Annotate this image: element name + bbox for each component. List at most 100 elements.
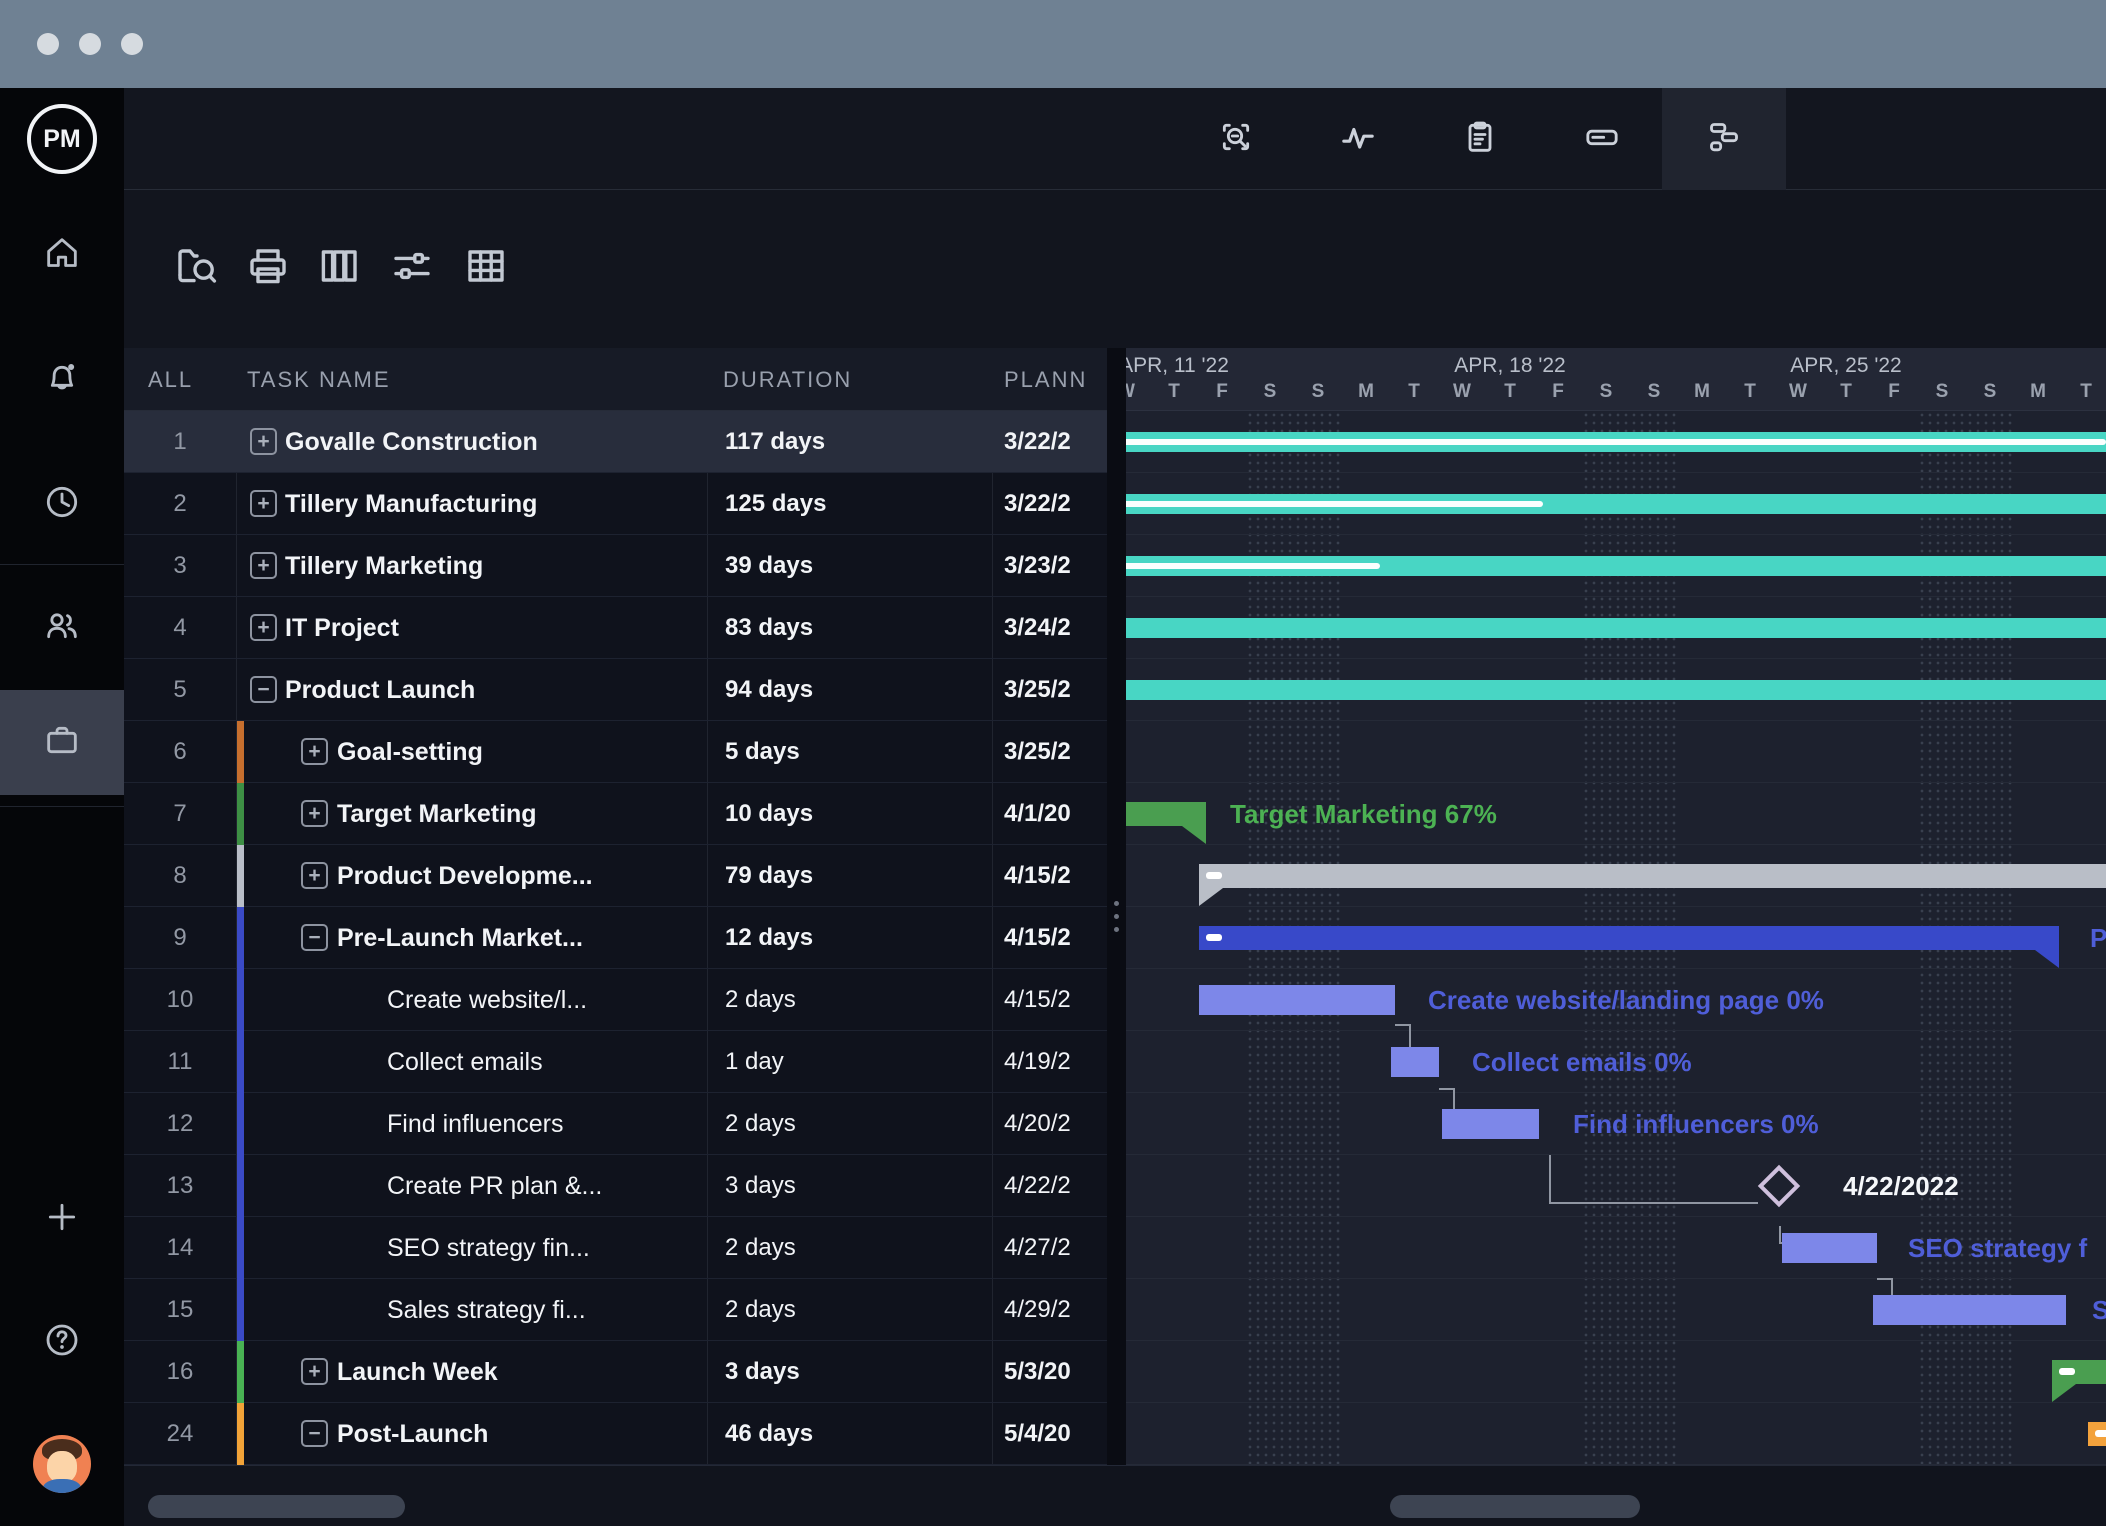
sidebar-item-clock[interactable]	[0, 468, 124, 540]
table-row[interactable]: 9 − Pre-Launch Market... 12 days 4/15/2	[124, 907, 1107, 969]
bar-drag-handle[interactable]	[2059, 1368, 2075, 1375]
table-row[interactable]: 24 − Post-Launch 46 days 5/4/20	[124, 1403, 1107, 1465]
table-row[interactable]: 8 + Product Developme... 79 days 4/15/2	[124, 845, 1107, 907]
task-name[interactable]: Sales strategy fi...	[387, 1279, 586, 1341]
table-row[interactable]: 5 − Product Launch 94 days 3/25/2	[124, 659, 1107, 721]
bar-drag-handle[interactable]	[1206, 872, 1222, 879]
table-horizontal-scrollbar[interactable]	[148, 1495, 405, 1518]
sidebar-item-bell[interactable]	[0, 343, 124, 415]
table-row[interactable]: 11 Collect emails 1 day 4/19/2	[124, 1031, 1107, 1093]
sidebar-item-briefcase[interactable]	[0, 706, 124, 778]
task-name[interactable]: Goal-setting	[337, 721, 483, 783]
header-tab-pulse[interactable]	[1310, 88, 1406, 190]
table-row[interactable]: 7 + Target Marketing 10 days 4/1/20	[124, 783, 1107, 845]
toolbar-button-folder-search[interactable]	[160, 232, 232, 304]
gantt-bar-task[interactable]	[1873, 1295, 2066, 1325]
grid-icon	[462, 242, 510, 295]
expand-icon[interactable]: +	[250, 490, 277, 517]
column-header-planned[interactable]: PLANN	[1004, 367, 1087, 393]
gantt-bar-task[interactable]	[1442, 1109, 1539, 1139]
clipboard-icon	[1460, 117, 1500, 162]
sidebar-item-users[interactable]	[0, 591, 124, 663]
task-name[interactable]: Pre-Launch Market...	[337, 907, 583, 969]
user-avatar[interactable]	[33, 1435, 91, 1493]
task-name[interactable]: Product Launch	[285, 659, 475, 721]
milestone-diamond[interactable]	[1757, 1164, 1801, 1208]
expand-icon[interactable]: +	[250, 428, 277, 455]
task-name[interactable]: Launch Week	[337, 1341, 498, 1403]
table-row[interactable]: 14 SEO strategy fin... 2 days 4/27/2	[124, 1217, 1107, 1279]
column-header-all[interactable]: ALL	[148, 367, 193, 393]
table-row[interactable]: 1 + Govalle Construction 117 days 3/22/2	[124, 411, 1107, 473]
task-name[interactable]: Target Marketing	[337, 783, 537, 845]
table-row[interactable]: 16 + Launch Week 3 days 5/3/20	[124, 1341, 1107, 1403]
task-name[interactable]: Govalle Construction	[285, 411, 538, 473]
header-tab-pill[interactable]	[1554, 88, 1650, 190]
gantt-bar-task[interactable]	[1199, 985, 1395, 1015]
timeline-day-letter: M	[2030, 381, 2046, 402]
gantt-bar-project[interactable]	[1126, 432, 2106, 452]
expand-icon[interactable]: +	[301, 1358, 328, 1385]
gantt-bar-summary[interactable]	[1199, 864, 2106, 888]
table-row[interactable]: 12 Find influencers 2 days 4/20/2	[124, 1093, 1107, 1155]
expand-icon[interactable]: +	[250, 552, 277, 579]
sidebar-item-home[interactable]	[0, 219, 124, 291]
gantt-bar-project[interactable]	[1126, 494, 2106, 514]
bar-drag-handle[interactable]	[1206, 934, 1222, 941]
gantt-horizontal-scrollbar[interactable]	[1390, 1495, 1640, 1518]
window-zoom-button[interactable]	[121, 33, 143, 55]
app-logo[interactable]: PM	[0, 88, 124, 190]
timeline-week-label: APR, 25 '22	[1790, 354, 1902, 377]
task-color-strip	[237, 969, 244, 1031]
gantt-bar-summary[interactable]	[2052, 1360, 2106, 1384]
header-tab-zoom-select[interactable]	[1188, 88, 1284, 190]
task-name[interactable]: Create website/l...	[387, 969, 587, 1031]
gantt-bar-task[interactable]	[1391, 1047, 1439, 1077]
task-name[interactable]: Tillery Manufacturing	[285, 473, 537, 535]
task-name[interactable]: Product Developme...	[337, 845, 593, 907]
sidebar-item-plus[interactable]	[0, 1183, 124, 1255]
toolbar-button-printer[interactable]	[232, 232, 304, 304]
bar-drag-handle[interactable]	[2095, 1430, 2106, 1437]
table-row[interactable]: 6 + Goal-setting 5 days 3/25/2	[124, 721, 1107, 783]
expand-icon[interactable]: +	[250, 614, 277, 641]
task-name[interactable]: Find influencers	[387, 1093, 563, 1155]
header-tab-clipboard[interactable]	[1432, 88, 1528, 190]
table-row[interactable]: 15 Sales strategy fi... 2 days 4/29/2	[124, 1279, 1107, 1341]
toolbar-button-grid[interactable]	[450, 232, 522, 304]
collapse-icon[interactable]: −	[301, 1420, 328, 1447]
gantt-bar-task[interactable]	[1782, 1233, 1877, 1263]
task-name[interactable]: Collect emails	[387, 1031, 543, 1093]
column-header-task-name[interactable]: TASK NAME	[247, 367, 391, 393]
table-row[interactable]: 10 Create website/l... 2 days 4/15/2	[124, 969, 1107, 1031]
gantt-bar-summary[interactable]	[1199, 926, 2059, 950]
header-tab-gantt[interactable]	[1676, 88, 1772, 190]
gantt-bar-project[interactable]	[1126, 556, 2106, 576]
task-name[interactable]: IT Project	[285, 597, 399, 659]
window-minimize-button[interactable]	[79, 33, 101, 55]
table-row[interactable]: 3 + Tillery Marketing 39 days 3/23/2	[124, 535, 1107, 597]
panel-splitter[interactable]	[1107, 348, 1126, 1465]
collapse-icon[interactable]: −	[301, 924, 328, 951]
window-close-button[interactable]	[37, 33, 59, 55]
row-number: 1	[173, 428, 187, 455]
table-row[interactable]: 13 Create PR plan &... 3 days 4/22/2	[124, 1155, 1107, 1217]
toolbar-button-columns[interactable]	[303, 232, 375, 304]
expand-icon[interactable]: +	[301, 862, 328, 889]
column-header-duration[interactable]: DURATION	[723, 367, 852, 393]
task-name[interactable]: Tillery Marketing	[285, 535, 483, 597]
task-name[interactable]: Post-Launch	[337, 1403, 488, 1465]
gantt-bar-summary[interactable]	[1126, 802, 1206, 826]
task-name[interactable]: SEO strategy fin...	[387, 1217, 590, 1279]
gantt-bar-project[interactable]	[1126, 680, 2106, 700]
sidebar-item-help[interactable]	[0, 1306, 124, 1378]
gantt-bar-project[interactable]	[1126, 618, 2106, 638]
expand-icon[interactable]: +	[301, 738, 328, 765]
gantt-bar-summary[interactable]	[2088, 1422, 2106, 1446]
collapse-icon[interactable]: −	[250, 676, 277, 703]
table-row[interactable]: 2 + Tillery Manufacturing 125 days 3/22/2	[124, 473, 1107, 535]
expand-icon[interactable]: +	[301, 800, 328, 827]
toolbar-button-sliders[interactable]	[376, 232, 448, 304]
task-name[interactable]: Create PR plan &...	[387, 1155, 602, 1217]
table-row[interactable]: 4 + IT Project 83 days 3/24/2	[124, 597, 1107, 659]
